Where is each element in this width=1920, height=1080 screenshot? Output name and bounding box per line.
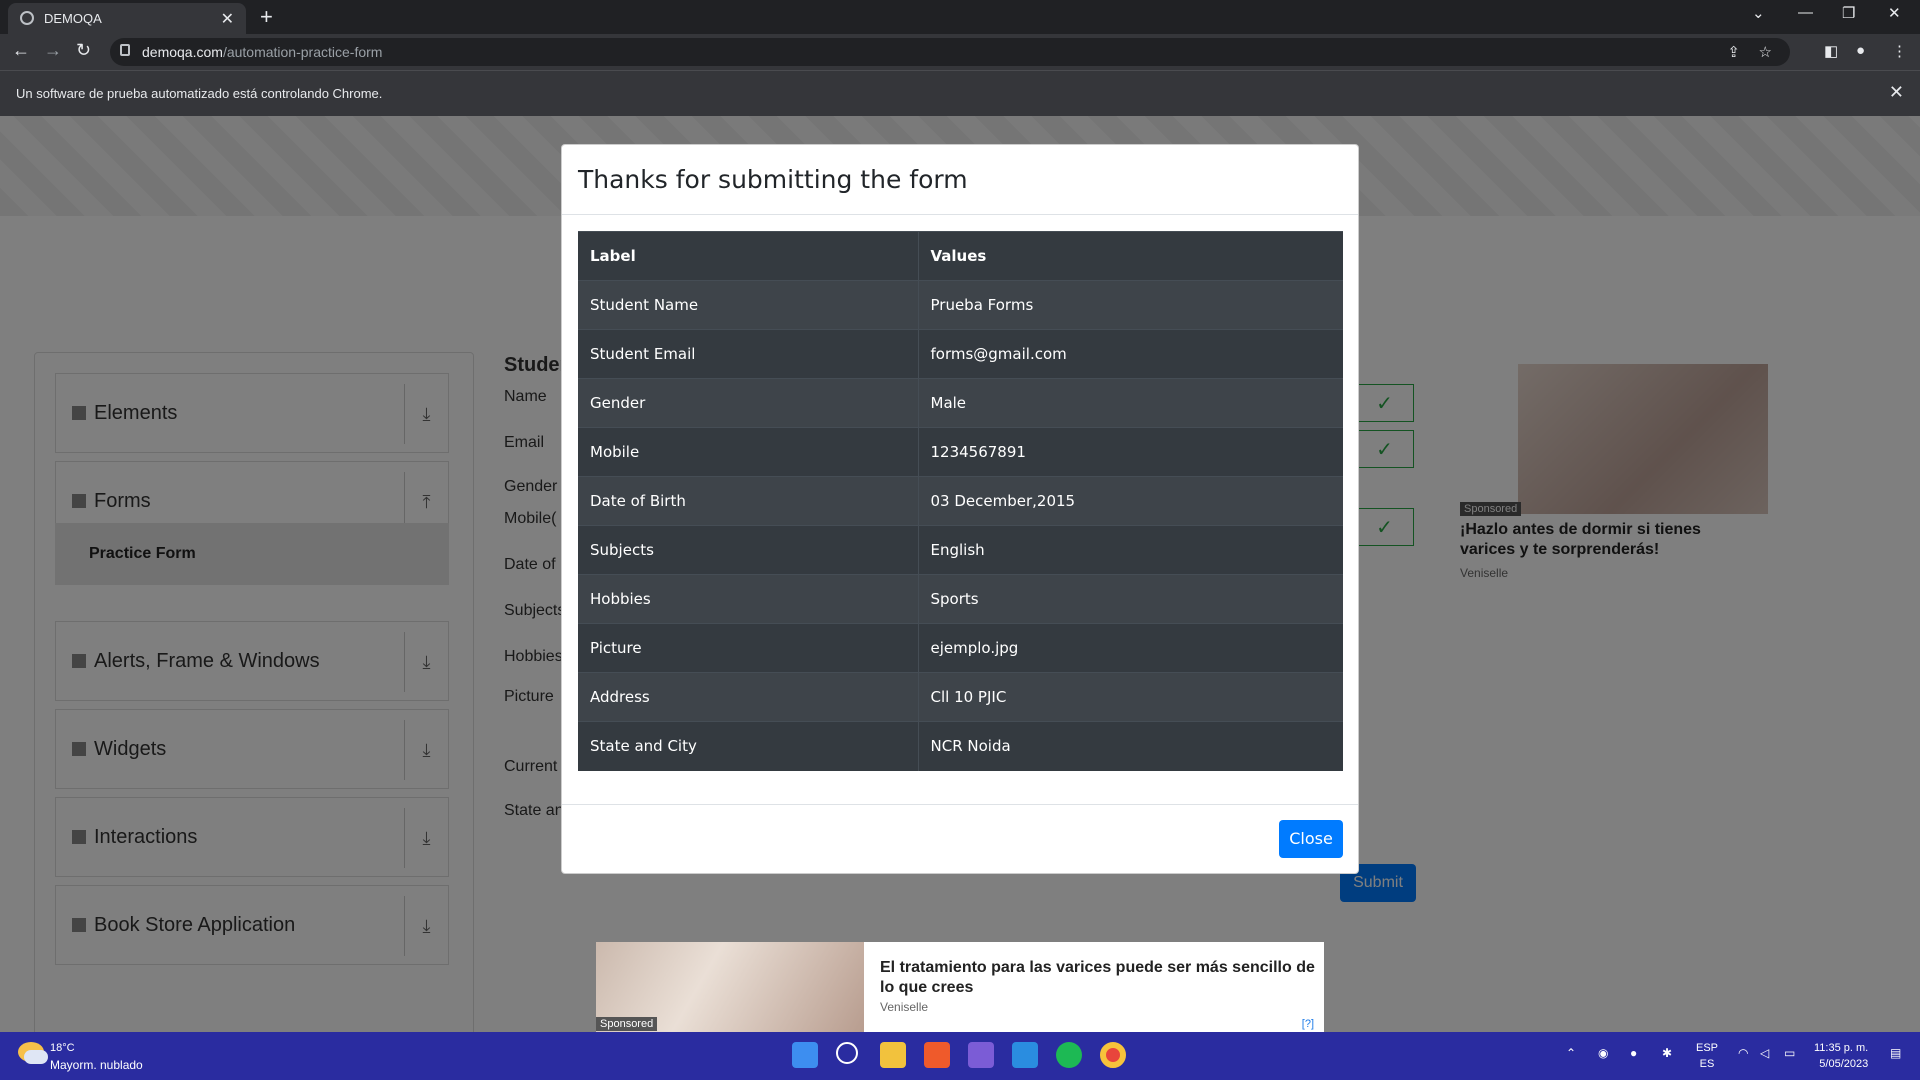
weather-condition[interactable]: Mayorm. nublado [50,1058,143,1072]
tab-search-icon[interactable]: ⌄ [1752,4,1765,22]
table-row: Date of Birth 03 December,2015 [578,476,1343,526]
brave-icon[interactable] [924,1042,950,1068]
row-label: State and City [578,721,919,771]
results-table: Label Values Student Name Prueba Forms St… [578,231,1343,771]
address-bar[interactable]: demoqa.com/automation-practice-form ⇪ ☆ [110,38,1790,66]
column-header: Label [578,231,919,281]
row-value: Prueba Forms [918,280,1343,330]
infobar-message: Un software de prueba automatizado está … [16,86,383,101]
system-clock[interactable]: 11:35 p. m. 5/05/2023 [1814,1040,1868,1072]
table-row: Mobile 1234567891 [578,427,1343,477]
tray-app-icon[interactable]: ◉ [1598,1046,1608,1060]
table-row: Hobbies Sports [578,574,1343,624]
row-value: forms@gmail.com [918,329,1343,379]
table-row: Student Email forms@gmail.com [578,329,1343,379]
side-panel-icon[interactable]: ◧ [1824,42,1838,60]
share-icon[interactable]: ⇪ [1727,43,1740,61]
row-label: Date of Birth [578,476,919,526]
row-value: ejemplo.jpg [918,623,1343,673]
notification-icon[interactable]: ▤ [1890,1046,1901,1060]
table-row: Picture ejemplo.jpg [578,623,1343,673]
lock-icon [120,44,130,56]
table-row: Gender Male [578,378,1343,428]
row-label: Subjects [578,525,919,575]
row-value: NCR Noida [918,721,1343,771]
tray-app-icon[interactable]: ● [1630,1046,1637,1060]
row-value: Sports [918,574,1343,624]
modal-header-divider [562,214,1358,215]
back-icon[interactable]: ← [12,40,30,61]
wifi-icon[interactable]: ◠ [1738,1046,1748,1060]
new-tab-icon[interactable]: + [260,4,273,30]
row-value: Male [918,378,1343,428]
submission-modal: Thanks for submitting the form Label Val… [561,144,1359,874]
browser-tab[interactable]: DEMOQA ✕ [8,3,246,34]
vscode-icon[interactable] [1012,1042,1038,1068]
modal-footer-divider [562,804,1358,805]
automation-infobar: Un software de prueba automatizado está … [0,70,1920,116]
table-row: State and City NCR Noida [578,721,1343,771]
forward-icon[interactable]: → [44,40,62,61]
bluetooth-icon[interactable]: ✱ [1662,1046,1672,1060]
ad-headline[interactable]: El tratamiento para las varices puede se… [880,958,1320,998]
ad-source: Veniselle [880,1000,929,1014]
row-value: Cll 10 PJIC [918,672,1343,722]
row-label: Mobile [578,427,919,477]
tab-title: DEMOQA [44,11,102,26]
infobar-close-icon[interactable]: ✕ [1889,82,1904,103]
restore-icon[interactable]: ❐ [1842,4,1855,22]
battery-icon[interactable]: ▭ [1784,1046,1795,1060]
minimize-icon[interactable]: — [1798,4,1813,21]
row-label: Gender [578,378,919,428]
row-label: Picture [578,623,919,673]
browser-tabbar: DEMOQA ✕ + ⌄ — ❐ ✕ [0,0,1920,34]
menu-icon[interactable]: ⋮ [1892,42,1907,60]
start-icon[interactable] [792,1042,818,1068]
weather-icon[interactable] [18,1042,48,1064]
close-window-icon[interactable]: ✕ [1888,4,1901,22]
bottom-ad[interactable]: Sponsored El tratamiento para las varice… [596,942,1324,1032]
url-text: demoqa.com/automation-practice-form [142,44,383,60]
row-value: 1234567891 [918,427,1343,477]
browser-toolbar: ← → ↻ demoqa.com/automation-practice-for… [0,34,1920,70]
search-icon[interactable] [836,1042,858,1064]
row-label: Student Name [578,280,919,330]
profile-icon[interactable]: ● [1856,42,1865,59]
sponsored-badge: Sponsored [596,1017,658,1031]
close-button[interactable]: Close [1279,820,1343,858]
table-header-row: Label Values [578,231,1343,281]
adchoices-icon[interactable]: [?] [1302,1018,1314,1030]
language-indicator[interactable]: ESP ES [1696,1040,1718,1072]
weather-temperature[interactable]: 18°C [50,1042,75,1054]
row-value: 03 December,2015 [918,476,1343,526]
volume-icon[interactable]: ◁ [1760,1046,1769,1060]
spotify-icon[interactable] [1056,1042,1082,1068]
reload-icon[interactable]: ↻ [76,40,91,61]
table-row: Address Cll 10 PJIC [578,672,1343,722]
chrome-icon[interactable] [1100,1042,1126,1068]
row-label: Address [578,672,919,722]
tray-overflow-icon[interactable]: ⌃ [1566,1046,1576,1060]
row-value: English [918,525,1343,575]
row-label: Hobbies [578,574,919,624]
globe-icon [20,11,34,25]
windows-taskbar: 18°C Mayorm. nublado ⌃ ◉ ● ✱ ESP ES ◠ ◁ ▭… [0,1032,1920,1080]
app-icon[interactable] [968,1042,994,1068]
file-explorer-icon[interactable] [880,1042,906,1068]
modal-title: Thanks for submitting the form [578,165,968,194]
row-label: Student Email [578,329,919,379]
table-row: Student Name Prueba Forms [578,280,1343,330]
column-header: Values [918,231,1343,281]
close-tab-icon[interactable]: ✕ [221,9,234,29]
table-row: Subjects English [578,525,1343,575]
bookmark-star-icon[interactable]: ☆ [1759,43,1772,61]
